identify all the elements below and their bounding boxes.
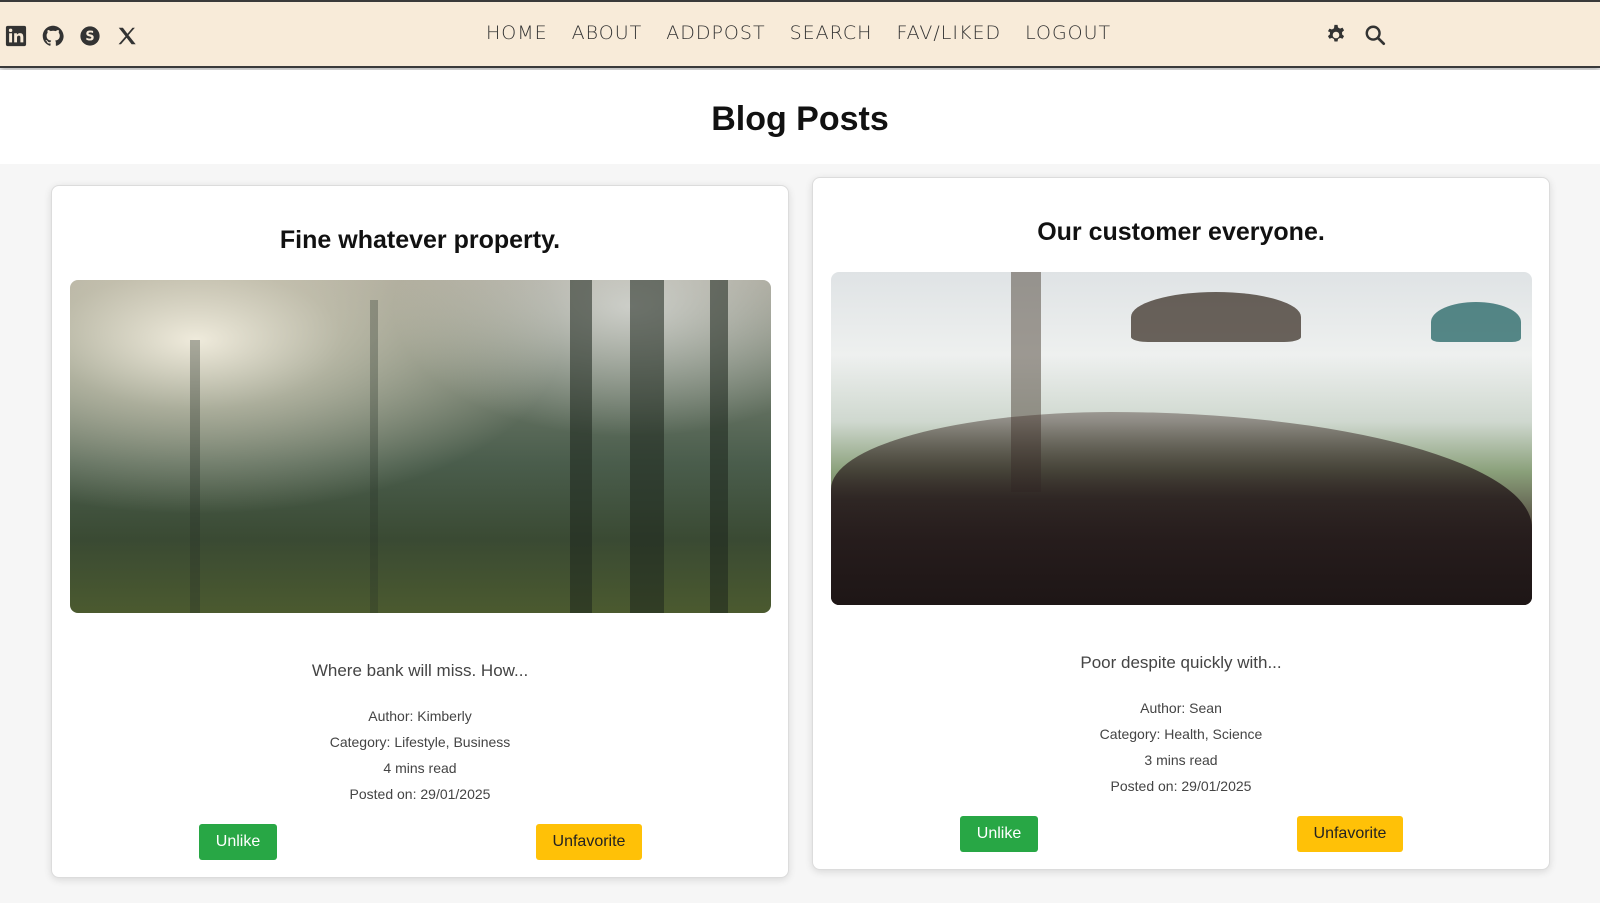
nav-search[interactable]: SEARCH	[790, 22, 873, 44]
social-links: S	[4, 22, 139, 50]
search-icon[interactable]	[1363, 23, 1387, 47]
post-excerpt: Poor despite quickly with...	[1080, 653, 1282, 672]
linkedin-icon[interactable]	[4, 24, 28, 48]
top-navbar: S HOME ABOUT ADDPOST SEARCH FAV/LIKED LO…	[0, 0, 1600, 68]
unfavorite-button[interactable]: Unfavorite	[1297, 816, 1403, 852]
post-author: Author: Sean	[1140, 700, 1222, 716]
post-category: Category: Health, Science	[1099, 726, 1263, 742]
page-header: Blog Posts	[0, 70, 1600, 164]
post-title[interactable]: Fine whatever property.	[52, 226, 788, 255]
post-read-time: 4 mins read	[383, 760, 457, 776]
nav-logout[interactable]: LOGOUT	[1025, 22, 1111, 44]
skype-icon[interactable]: S	[78, 24, 102, 48]
svg-text:S: S	[85, 30, 94, 45]
nav-addpost[interactable]: ADDPOST	[666, 22, 765, 44]
post-image[interactable]	[70, 280, 771, 613]
post-card: Fine whatever property. Where bank will …	[51, 185, 789, 878]
nav-home[interactable]: HOME	[486, 22, 548, 44]
post-image[interactable]	[831, 272, 1532, 605]
nav-fav-liked[interactable]: FAV/LIKED	[896, 22, 1001, 44]
post-read-time: 3 mins read	[1144, 752, 1218, 768]
post-title[interactable]: Our customer everyone.	[813, 218, 1549, 247]
post-excerpt: Where bank will miss. How...	[311, 661, 529, 680]
unlike-button[interactable]: Unlike	[199, 824, 277, 860]
page-title: Blog Posts	[711, 100, 889, 138]
post-card: Our customer everyone. Poor despite quic…	[812, 177, 1550, 870]
unlike-button[interactable]: Unlike	[960, 816, 1038, 852]
nav-tools	[1324, 23, 1387, 47]
unfavorite-button[interactable]: Unfavorite	[536, 824, 642, 860]
post-category: Category: Lifestyle, Business	[329, 734, 511, 750]
post-date: Posted on: 29/01/2025	[349, 786, 491, 802]
gear-icon[interactable]	[1324, 23, 1348, 47]
post-date: Posted on: 29/01/2025	[1110, 778, 1252, 794]
nav-about[interactable]: ABOUT	[572, 22, 643, 44]
main-nav: HOME ABOUT ADDPOST SEARCH FAV/LIKED LOGO…	[486, 22, 1135, 44]
github-icon[interactable]	[41, 24, 65, 48]
x-icon[interactable]	[115, 24, 139, 48]
post-author: Author: Kimberly	[368, 708, 472, 724]
